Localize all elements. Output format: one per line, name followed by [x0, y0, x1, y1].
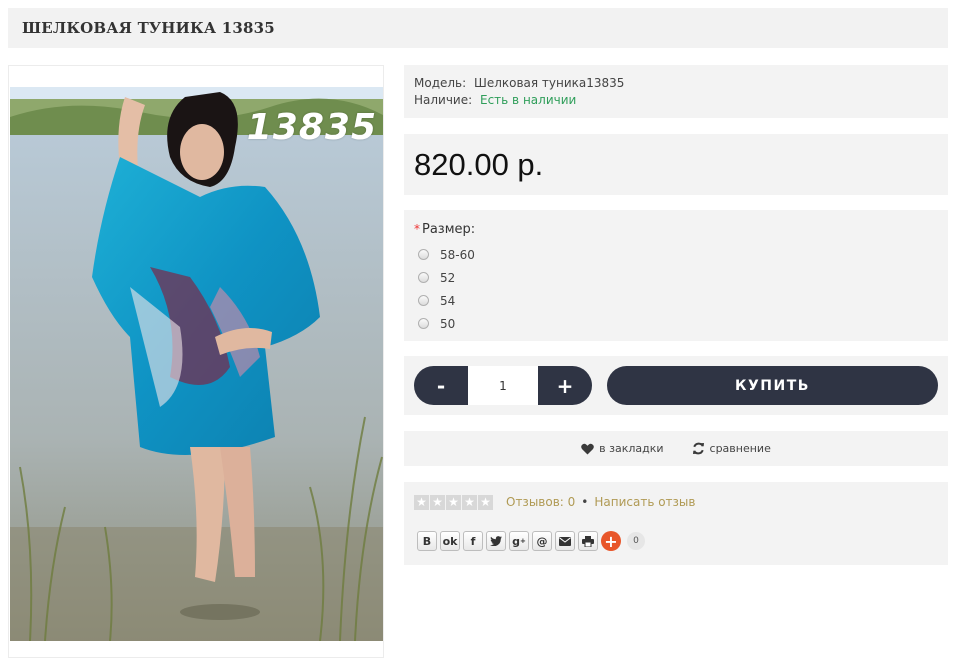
- page-title-bar: ШЕЛКОВАЯ ТУНИКА 13835: [8, 8, 948, 48]
- model-row: Модель: Шелковая туника13835: [414, 75, 938, 92]
- price-panel: 820.00 р.: [404, 134, 948, 195]
- stock-label: Наличие:: [414, 93, 473, 107]
- size-option-50[interactable]: 50: [418, 312, 938, 335]
- heart-icon: [581, 443, 594, 454]
- quantity-decrease-button[interactable]: -: [414, 366, 468, 405]
- size-options-panel: * Размер: 58-60 52 54 50: [404, 210, 948, 341]
- add-to-compare-link[interactable]: сравнение: [692, 442, 771, 455]
- cart-panel: - + КУПИТЬ: [404, 356, 948, 415]
- star-icon: ★: [462, 494, 477, 510]
- quantity-input[interactable]: [468, 366, 538, 405]
- buy-button[interactable]: КУПИТЬ: [607, 366, 938, 405]
- product-price: 820.00 р.: [414, 146, 544, 182]
- size-label: * Размер:: [414, 222, 938, 237]
- size-option-52[interactable]: 52: [418, 266, 938, 289]
- reviews-count-link[interactable]: Отзывов: 0: [506, 495, 575, 509]
- stock-status: Есть в наличии: [480, 93, 577, 107]
- size-option-label: 52: [440, 270, 456, 285]
- refresh-icon: [692, 442, 704, 455]
- star-icon: ★: [446, 494, 461, 510]
- print-icon[interactable]: [578, 531, 598, 551]
- radio-button[interactable]: [418, 295, 429, 306]
- size-option-58-60[interactable]: 58-60: [418, 243, 938, 266]
- compare-label: сравнение: [709, 442, 771, 455]
- rating-row: ★ ★ ★ ★ ★ Отзывов: 0 • Написать отзыв: [414, 492, 938, 512]
- twitter-icon[interactable]: [486, 531, 506, 551]
- product-image[interactable]: 13835: [10, 87, 383, 641]
- image-watermark-number: 13835: [246, 107, 377, 148]
- odnoklassniki-icon[interactable]: ok: [440, 531, 460, 551]
- required-mark: *: [414, 222, 420, 236]
- rating-stars: ★ ★ ★ ★ ★: [414, 494, 494, 510]
- star-icon: ★: [414, 494, 429, 510]
- size-option-54[interactable]: 54: [418, 289, 938, 312]
- email-icon[interactable]: [555, 531, 575, 551]
- product-info-panel: Модель: Шелковая туника13835 Наличие: Ес…: [404, 65, 948, 118]
- size-option-label: 50: [440, 316, 456, 331]
- radio-button[interactable]: [418, 318, 429, 329]
- share-more-plus-icon[interactable]: +: [601, 531, 621, 551]
- wishlist-label: в закладки: [599, 442, 664, 455]
- separator-dot: •: [581, 495, 589, 509]
- share-counter: 0: [627, 532, 645, 550]
- write-review-link[interactable]: Написать отзыв: [594, 495, 695, 509]
- radio-button[interactable]: [418, 249, 429, 260]
- wishlist-compare-panel: в закладки сравнение: [404, 431, 948, 466]
- size-option-label: 54: [440, 293, 456, 308]
- size-option-label: 58-60: [440, 247, 475, 262]
- page-title: ШЕЛКОВАЯ ТУНИКА 13835: [22, 19, 275, 37]
- review-panel: ★ ★ ★ ★ ★ Отзывов: 0 • Написать отзыв B …: [404, 482, 948, 565]
- star-icon: ★: [430, 494, 445, 510]
- model-value: Шелковая туника13835: [474, 76, 625, 90]
- size-label-text: Размер:: [422, 222, 476, 237]
- google-plus-icon[interactable]: g +: [509, 531, 529, 551]
- mail-ru-icon[interactable]: @: [532, 531, 552, 551]
- product-image-box: 13835: [8, 65, 384, 658]
- radio-button[interactable]: [418, 272, 429, 283]
- share-buttons: B ok f g + @ + 0: [417, 531, 645, 551]
- model-label: Модель:: [414, 76, 467, 90]
- star-icon: ★: [478, 494, 493, 510]
- quantity-increase-button[interactable]: +: [538, 366, 592, 405]
- facebook-icon[interactable]: f: [463, 531, 483, 551]
- stock-row: Наличие: Есть в наличии: [414, 92, 938, 109]
- vk-icon[interactable]: B: [417, 531, 437, 551]
- add-to-wishlist-link[interactable]: в закладки: [581, 442, 664, 455]
